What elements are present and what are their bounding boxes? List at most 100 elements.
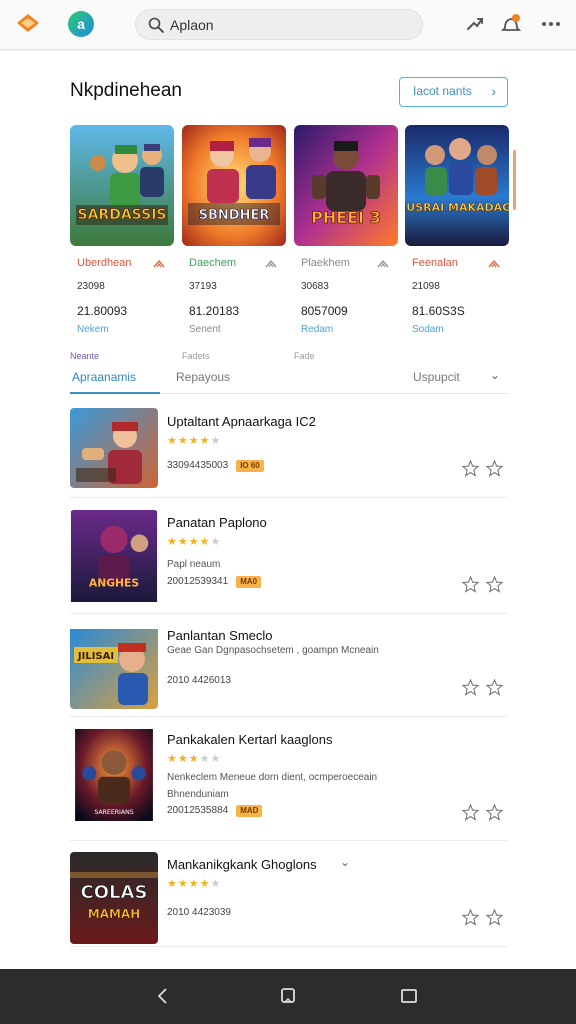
card-downloads: 37193	[189, 281, 217, 292]
item-title: Panlantan Smeclo	[167, 628, 273, 643]
notification-icon[interactable]	[500, 13, 522, 35]
card-footer: Fade	[294, 351, 315, 361]
svg-text:PHEEI 3: PHEEI 3	[311, 208, 381, 227]
share-icon[interactable]	[487, 256, 501, 270]
svg-text:SBNDHER: SBNDHER	[199, 208, 270, 223]
featured-card[interactable]: PHEEI 3 Plaekhem 30683 8057009 Redam Fad…	[294, 125, 398, 361]
home-icon[interactable]	[278, 986, 298, 1006]
system-navigation-bar	[0, 969, 576, 1024]
game-thumbnail: SARDASSIS	[70, 125, 174, 246]
more-icon[interactable]	[540, 13, 562, 35]
chevron-down-icon[interactable]: ⌄	[340, 855, 350, 869]
status-badge: IO 60	[236, 460, 264, 472]
item-description-extra: Bhnenduniam	[167, 789, 229, 800]
item-meta: 33094435003 IO 60	[167, 460, 264, 472]
sort-dropdown[interactable]: Uspupcit	[413, 370, 460, 384]
app-store-icon[interactable]: a	[68, 11, 94, 37]
star-icon[interactable]	[462, 909, 479, 926]
card-title: Plaekhem	[301, 257, 350, 269]
list-item[interactable]: SAREERIANS Pankakalen Kertarl kaaglons ★…	[70, 717, 508, 841]
card-title: Feenalan	[412, 257, 458, 269]
card-downloads: 23098	[77, 281, 105, 292]
carousel-scroll-indicator[interactable]	[513, 150, 516, 210]
search-icon	[148, 17, 164, 33]
game-thumbnail: SAREERIANS	[70, 729, 158, 833]
svg-text:COLAS: COLAS	[81, 882, 148, 903]
search-input[interactable]	[170, 14, 410, 36]
svg-text:MUSRAI MAKADAGE: MUSRAI MAKADAGE	[405, 201, 509, 214]
svg-text:MAMAH: MAMAH	[88, 907, 141, 921]
item-description: Geae Gan Dgnpasochsetem , goampn Mcneain	[167, 645, 379, 656]
star-icon[interactable]	[486, 576, 503, 593]
item-description: Nenkeclem Meneue dorn dient, ocmperoecea…	[167, 772, 378, 783]
share-icon[interactable]	[464, 13, 486, 35]
share-icon[interactable]	[152, 256, 166, 270]
item-meta: 2010 4426013	[167, 675, 231, 686]
status-badge: MA0	[236, 576, 262, 588]
card-title: Uberdhean	[77, 257, 132, 269]
share-icon[interactable]	[264, 256, 278, 270]
tab-reviews[interactable]: Repayous	[176, 370, 230, 384]
game-thumbnail: MUSRAI MAKADAGE	[405, 125, 509, 246]
tab-apps[interactable]: Apraanamis	[72, 370, 136, 384]
item-title: Uptaltant Apnaarkaga IC2	[167, 414, 316, 429]
app-logo-icon[interactable]	[16, 13, 40, 33]
svg-text:SAREERIANS: SAREERIANS	[94, 809, 133, 816]
svg-text:ANGHES: ANGHES	[89, 576, 139, 589]
share-icon[interactable]	[376, 256, 390, 270]
item-meta: 2010 4423039	[167, 907, 231, 918]
item-title: Mankanikgkank Ghoglons	[167, 857, 317, 872]
card-status: Senent	[189, 324, 221, 335]
rating-stars: ★★★★★	[167, 435, 222, 447]
star-icon[interactable]	[462, 804, 479, 821]
back-icon[interactable]	[153, 986, 173, 1006]
star-icon[interactable]	[462, 576, 479, 593]
list-item[interactable]: Uptaltant Apnaarkaga IC2 ★★★★★ 330944350…	[70, 398, 508, 498]
featured-card[interactable]: MUSRAI MAKADAGE Feenalan 21098 81.60S3S …	[405, 125, 509, 343]
game-thumbnail: COLAS MAMAH	[70, 852, 158, 944]
active-tab-indicator	[70, 392, 160, 394]
rating-stars: ★★★★★	[167, 536, 222, 548]
search-bar[interactable]	[135, 9, 423, 40]
svg-text:JILISAI: JILISAI	[77, 651, 114, 662]
see-more-label: Iacot nants	[413, 84, 472, 98]
item-meta: 20012535884 MAD	[167, 805, 263, 817]
game-thumbnail: SBNDHER	[182, 125, 286, 246]
card-size: 8057009	[301, 304, 348, 318]
item-title: Pankakalen Kertarl kaaglons	[167, 732, 333, 747]
card-status: Redam	[301, 324, 334, 335]
rating-stars: ★★★★★	[167, 878, 222, 890]
recents-icon[interactable]	[399, 986, 419, 1006]
card-size: 21.80093	[77, 304, 128, 318]
star-icon[interactable]	[462, 460, 479, 477]
card-title: Daechem	[189, 257, 237, 269]
star-icon[interactable]	[486, 909, 503, 926]
card-downloads: 30683	[301, 281, 329, 292]
featured-card[interactable]: SBNDHER Daechem 37193 81.20183 Senent Fa…	[182, 125, 286, 361]
tab-bar: Apraanamis Repayous Uspupcit ⌄	[70, 366, 508, 394]
card-size: 81.60S3S	[412, 304, 465, 318]
star-icon[interactable]	[486, 804, 503, 821]
list-item[interactable]: ANGHES Panatan Paplono ★★★★★ Papl neaum …	[70, 498, 508, 614]
item-title: Panatan Paplono	[167, 515, 267, 530]
featured-card[interactable]: SARDASSIS Uberdhean 23098 21.80093 Nekem…	[70, 125, 174, 361]
chevron-down-icon[interactable]: ⌄	[490, 368, 500, 382]
star-icon[interactable]	[462, 679, 479, 696]
see-more-button[interactable]: Iacot nants ›	[399, 77, 508, 107]
list-item[interactable]: JILISAI Panlantan Smeclo Geae Gan Dgnpas…	[70, 614, 508, 717]
star-icon[interactable]	[486, 460, 503, 477]
card-size: 81.20183	[189, 304, 240, 318]
star-icon[interactable]	[486, 679, 503, 696]
card-footer: Neante	[70, 351, 100, 361]
game-thumbnail: ANGHES	[70, 510, 158, 604]
item-description: Papl neaum	[167, 559, 221, 570]
section-title: Nkpdinehean	[70, 80, 182, 101]
list-item[interactable]: COLAS MAMAH Mankanikgkank Ghoglons ⌄ ★★★…	[70, 841, 508, 947]
rating-stars: ★★★★★	[167, 753, 222, 765]
chevron-right-icon: ›	[491, 83, 496, 99]
game-thumbnail: JILISAI	[70, 625, 158, 709]
item-meta: 20012539341 MA0	[167, 576, 262, 588]
card-footer: Fadets	[182, 351, 210, 361]
game-thumbnail: PHEEI 3	[294, 125, 398, 246]
card-status: Sodam	[412, 324, 444, 335]
